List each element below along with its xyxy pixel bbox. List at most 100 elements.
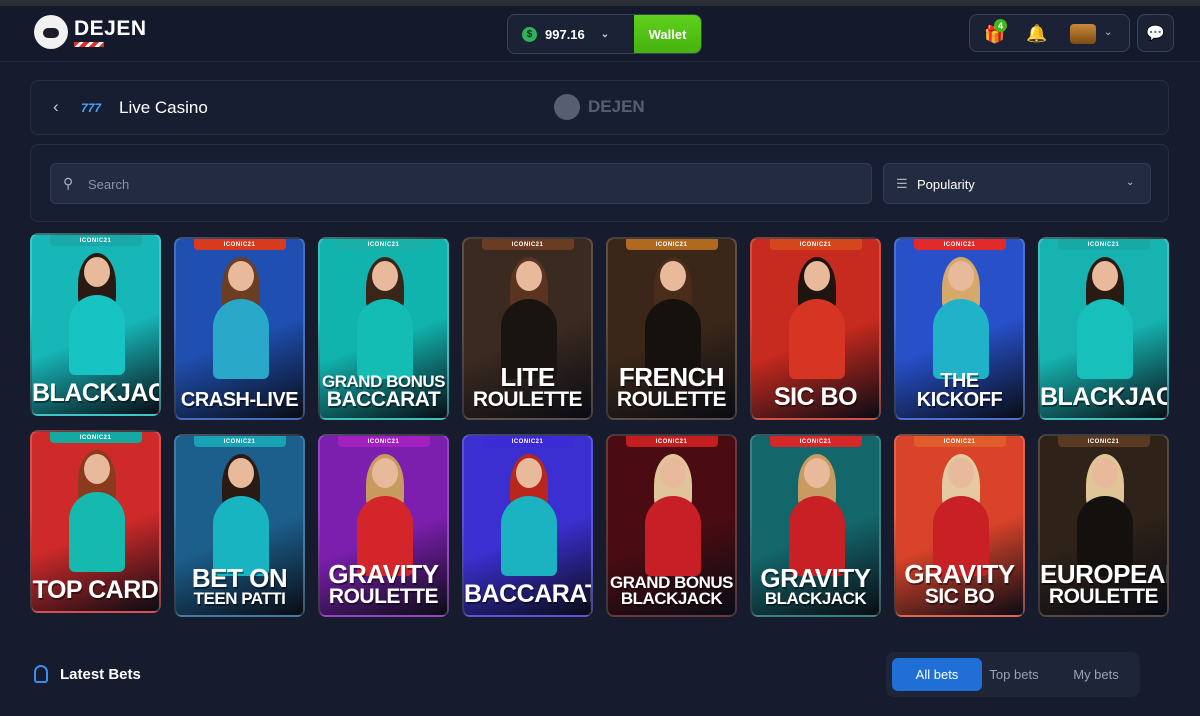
dealer-image	[355, 257, 413, 381]
game-name-line-2: BACCARAT	[326, 388, 441, 412]
wallet-button[interactable]: Wallet	[634, 15, 701, 53]
dealer-image	[211, 257, 269, 381]
brand-watermark: DEJEN	[554, 94, 645, 120]
game-card[interactable]: ICONIC21 LITE ROULETTE	[462, 237, 593, 420]
provider-tag: ICONIC21	[481, 436, 574, 447]
back-arrow-icon[interactable]: ‹	[53, 97, 59, 117]
chevron-down-icon[interactable]: ⌄	[1104, 27, 1112, 38]
game-card[interactable]: ICONIC21 GRAVITY BLACKJACK	[750, 434, 881, 617]
game-name-line-1: GRAVITY	[760, 563, 871, 594]
game-name: LITE ROULETTE	[464, 365, 591, 410]
filter-bar: ⚲ Search ☰ Popularity ⌄	[30, 144, 1169, 222]
dealer-image	[643, 454, 701, 578]
filter-lines-icon: ☰	[896, 176, 908, 191]
provider-tag: ICONIC21	[481, 239, 574, 250]
game-card[interactable]: ICONIC21 BLACKJACK	[30, 233, 161, 416]
bets-tab-group: All bets Top bets My bets	[886, 652, 1140, 697]
page-title-bar: ‹ 777 Live Casino DEJEN	[30, 80, 1169, 135]
provider-tag: ICONIC21	[337, 436, 430, 447]
game-name-line-2: SIC BO	[924, 585, 995, 609]
game-card[interactable]: ICONIC21 BET ON TEEN PATTI	[174, 434, 305, 617]
game-card[interactable]: ICONIC21 THE KICKOFF	[894, 237, 1025, 420]
trophy-icon	[34, 665, 48, 683]
balance-wallet-group: $ 997.16 ⌄ Wallet	[507, 14, 702, 54]
game-card[interactable]: ICONIC21 BACCARAT	[462, 434, 593, 617]
provider-tag: ICONIC21	[913, 239, 1006, 250]
provider-tag: ICONIC21	[769, 436, 862, 447]
game-name-line-1: SIC BO	[773, 383, 858, 412]
game-name-line-2: ROULETTE	[1048, 585, 1159, 609]
sort-selected-label: Popularity	[917, 177, 975, 192]
bell-icon[interactable]: 🔔	[1026, 24, 1047, 44]
dealer-image	[211, 454, 269, 578]
search-icon: ⚲	[63, 175, 74, 191]
game-name: TOP CARD	[32, 576, 159, 605]
chat-button[interactable]: 💬	[1137, 14, 1174, 52]
game-name-line-2: BLACKJACK	[620, 588, 723, 608]
game-card[interactable]: ICONIC21 GRAND BONUS BACCARAT	[318, 237, 449, 420]
brand-stripe	[74, 41, 104, 47]
dealer-image	[499, 454, 557, 578]
currency-coin-icon: $	[522, 26, 537, 42]
monkey-watermark-icon	[554, 94, 580, 120]
game-name: BET ON TEEN PATTI	[176, 563, 303, 608]
game-name: GRAND BONUS BLACKJACK	[608, 574, 735, 608]
game-name-line-1: BLACKJACK	[1040, 383, 1167, 412]
chevron-down-icon: ⌄	[600, 28, 610, 40]
game-name: GRAVITY BLACKJACK	[752, 563, 879, 607]
site-header: DEJEN $ 997.16 ⌄ Wallet 🎁 4 🔔 ⌄ 💬	[0, 6, 1200, 62]
game-name-line-1: BET ON	[191, 563, 288, 594]
game-name-line-2: ROULETTE	[472, 388, 583, 412]
game-card[interactable]: ICONIC21 FRENCH ROULETTE	[606, 237, 737, 420]
dealer-image	[67, 450, 125, 574]
balance-amount: 997.16	[545, 26, 585, 42]
game-name: CRASH-LIVE	[176, 389, 303, 411]
game-name-line-2: ROULETTE	[328, 585, 439, 609]
game-name-line-1: CRASH-LIVE	[180, 389, 299, 411]
provider-tag: ICONIC21	[913, 436, 1006, 447]
avatar[interactable]	[1070, 24, 1096, 44]
game-name: FRENCH ROULETTE	[608, 365, 735, 410]
gift-count-badge: 4	[994, 19, 1007, 32]
game-name: GRAVITY SIC BO	[896, 562, 1023, 607]
game-name-line-1: EUROPEAN	[1040, 559, 1167, 590]
game-card[interactable]: ICONIC21 SIC BO	[750, 237, 881, 420]
sort-dropdown[interactable]: ☰ Popularity ⌄	[883, 163, 1151, 204]
game-name-line-1: TOP CARD	[32, 576, 159, 605]
game-card[interactable]: ICONIC21 GRAND BONUS BLACKJACK	[606, 434, 737, 617]
provider-tag: ICONIC21	[1057, 239, 1150, 250]
dealer-image	[787, 454, 845, 578]
slot-777-icon: 777	[81, 101, 102, 115]
brand-name: DEJEN	[74, 16, 147, 40]
page-title: Live Casino	[119, 98, 208, 117]
dealer-image	[931, 257, 989, 381]
game-name: SIC BO	[752, 383, 879, 412]
game-name-line-2: TEEN PATTI	[193, 588, 286, 608]
game-card[interactable]: ICONIC21 GRAVITY ROULETTE	[318, 434, 449, 617]
dealer-image	[787, 257, 845, 381]
bets-tab[interactable]: All bets	[892, 658, 982, 691]
balance-dropdown[interactable]: $ 997.16 ⌄	[508, 15, 634, 53]
game-name-line-1: BACCARAT	[464, 580, 593, 609]
game-name: GRAND BONUS BACCARAT	[320, 373, 447, 412]
dealer-image	[67, 253, 125, 377]
game-name: THE KICKOFF	[896, 371, 1023, 410]
game-name-line-2: ROULETTE	[616, 388, 727, 412]
provider-tag: ICONIC21	[337, 239, 430, 250]
latest-bets-title: Latest Bets	[60, 666, 141, 683]
brand-logo[interactable]: DEJEN	[34, 15, 147, 49]
game-name: BACCARAT	[464, 580, 593, 609]
provider-tag: ICONIC21	[625, 239, 718, 250]
game-card[interactable]: ICONIC21 BLACKJACK	[1038, 237, 1169, 420]
provider-tag: ICONIC21	[193, 239, 286, 250]
bets-tab[interactable]: Top bets	[974, 658, 1054, 691]
game-card[interactable]: ICONIC21 GRAVITY SIC BO	[894, 434, 1025, 617]
game-card[interactable]: ICONIC21 CRASH-LIVE	[174, 237, 305, 420]
bets-tab[interactable]: My bets	[1058, 658, 1134, 691]
game-card[interactable]: ICONIC21 EUROPEANROULETTE	[1038, 434, 1169, 617]
provider-tag: ICONIC21	[49, 235, 142, 246]
game-name-line-1: FRENCH	[618, 362, 725, 393]
search-input[interactable]: ⚲ Search	[50, 163, 872, 204]
chevron-down-icon: ⌄	[1126, 177, 1135, 188]
game-card[interactable]: ICONIC21 TOP CARD	[30, 430, 161, 613]
